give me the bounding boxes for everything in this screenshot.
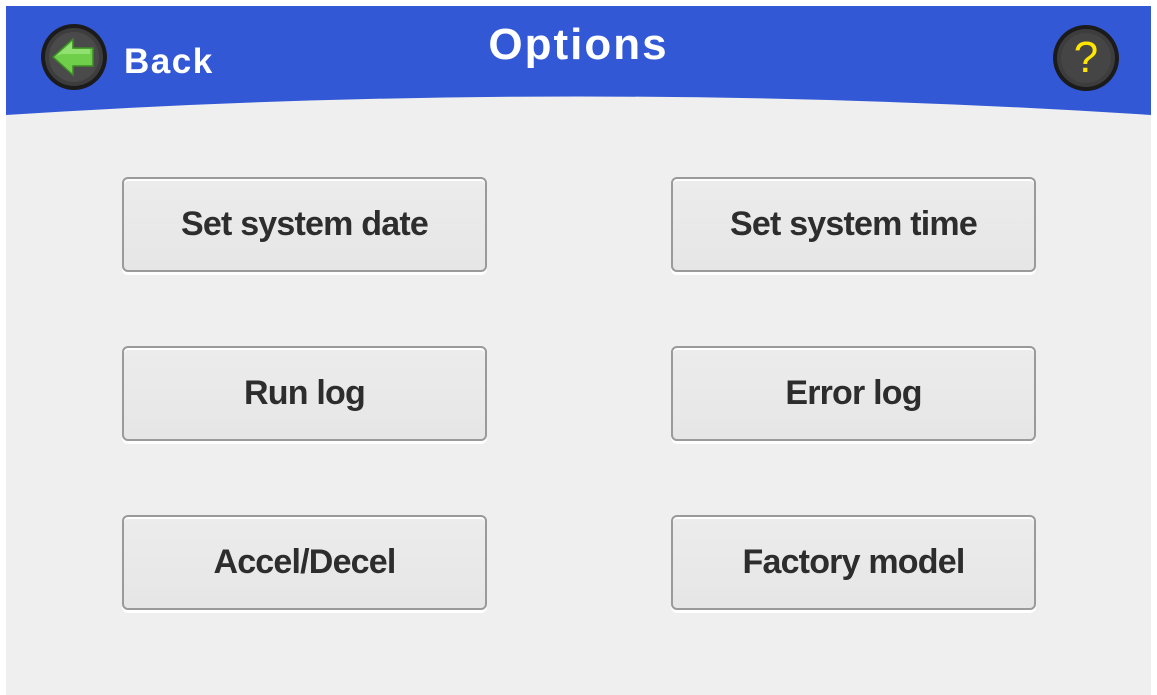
set-system-date-button[interactable]: Set system date xyxy=(122,177,487,272)
run-log-button[interactable]: Run log xyxy=(122,346,487,441)
accel-decel-button[interactable]: Accel/Decel xyxy=(122,515,487,610)
error-log-button[interactable]: Error log xyxy=(671,346,1036,441)
page-title: Options xyxy=(488,20,669,69)
set-system-time-button[interactable]: Set system time xyxy=(671,177,1036,272)
accel-decel-label: Accel/Decel xyxy=(213,543,396,581)
question-mark-glyph: ? xyxy=(1073,33,1099,82)
error-log-label: Error log xyxy=(785,374,922,412)
run-log-label: Run log xyxy=(244,374,366,412)
factory-model-label: Factory model xyxy=(742,543,966,581)
factory-model-button[interactable]: Factory model xyxy=(671,515,1036,610)
help-button[interactable]: ? xyxy=(1052,24,1120,92)
set-system-time-label: Set system time xyxy=(730,205,978,243)
options-screen: Back Options ? Set system date Set syste… xyxy=(6,6,1151,695)
set-system-date-label: Set system date xyxy=(181,205,429,243)
